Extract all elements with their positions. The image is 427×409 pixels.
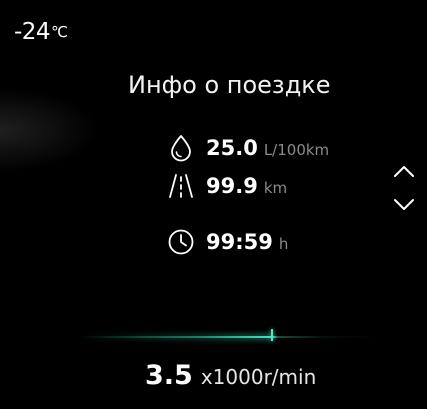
fuel-drop-icon xyxy=(166,133,196,163)
rpm-readout: 3.5 x1000r/min xyxy=(145,360,316,391)
page-up-button[interactable] xyxy=(389,160,419,182)
temperature-value: -24 xyxy=(14,19,51,45)
duration-value: 99:59 xyxy=(206,230,273,254)
trip-info-title: Инфо о поездке xyxy=(128,71,331,99)
fuel-consumption-value: 25.0 xyxy=(206,136,258,160)
fuel-consumption-row: 25.0 L/100km xyxy=(166,132,329,164)
page-down-button[interactable] xyxy=(389,194,419,216)
duration-row: 99:59 h xyxy=(166,226,288,258)
rpm-unit: x1000r/min xyxy=(200,365,317,389)
clock-icon xyxy=(166,227,196,257)
distance-row: 99.9 km xyxy=(166,170,287,202)
fuel-consumption-unit: L/100km xyxy=(263,141,330,159)
chevron-up-icon xyxy=(394,166,414,177)
distance-value: 99.9 xyxy=(206,174,258,198)
temperature-unit: ℃ xyxy=(51,23,68,41)
rpm-gauge-track xyxy=(80,336,380,338)
duration-unit: h xyxy=(278,235,289,253)
road-icon xyxy=(166,171,196,201)
rpm-value: 3.5 xyxy=(145,360,193,391)
chevron-down-icon xyxy=(394,199,414,210)
rpm-gauge-marker xyxy=(271,329,273,341)
outside-temperature: -24℃ xyxy=(14,18,68,46)
cluster-screen: -24℃ Инфо о поездке 25.0 L/100km 99.9 km xyxy=(0,0,427,409)
distance-unit: km xyxy=(263,179,288,197)
